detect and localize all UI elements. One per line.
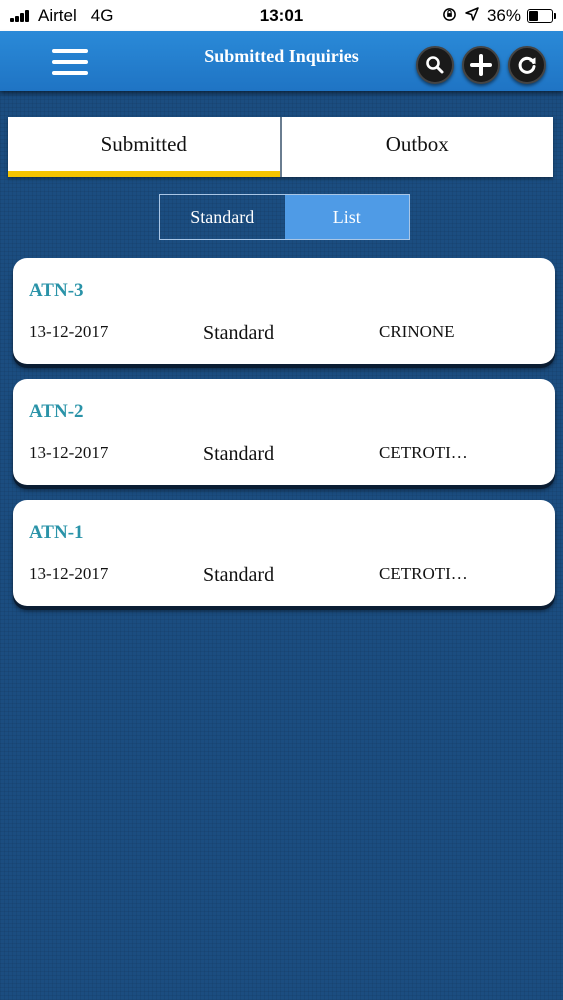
inquiry-card[interactable]: ATN-1 13-12-2017 Standard CETROTI… (13, 500, 555, 606)
inquiry-date: 13-12-2017 (29, 443, 109, 462)
search-button[interactable] (416, 46, 454, 84)
status-bar: Airtel 4G 13:01 36% (0, 0, 563, 31)
add-button[interactable] (462, 46, 500, 84)
inquiry-id: ATN-3 (29, 280, 84, 301)
refresh-icon (518, 56, 536, 74)
view-toggle: Standard List (159, 194, 410, 240)
battery-fill (529, 11, 538, 21)
inquiry-id: ATN-1 (29, 522, 84, 543)
tab-submitted[interactable]: Submitted (8, 117, 280, 177)
view-standard-button[interactable]: Standard (160, 195, 285, 239)
orientation-lock-icon (442, 7, 457, 26)
inquiry-type: Standard (203, 564, 275, 586)
inquiry-product: CETROTI… (379, 443, 468, 462)
tab-outbox[interactable]: Outbox (279, 117, 554, 177)
inquiry-type: Standard (203, 443, 275, 465)
refresh-button[interactable] (508, 46, 546, 84)
tab-bar: Submitted Outbox (8, 117, 553, 177)
battery-percent: 36% (486, 6, 521, 25)
search-icon (426, 56, 444, 74)
app-header: Submitted Inquiries (0, 31, 563, 91)
inquiry-card[interactable]: ATN-2 13-12-2017 Standard CETROTI… (13, 379, 555, 485)
plus-icon (470, 54, 492, 76)
inquiry-product: CETROTI… (379, 564, 468, 583)
inquiry-date: 13-12-2017 (29, 564, 109, 583)
inquiry-product: CRINONE (379, 322, 455, 341)
inquiry-date: 13-12-2017 (29, 322, 109, 341)
location-icon (465, 7, 479, 25)
inquiry-card[interactable]: ATN-3 13-12-2017 Standard CRINONE (13, 258, 555, 364)
view-list-button[interactable]: List (284, 195, 409, 239)
inquiry-type: Standard (203, 322, 275, 344)
status-right: 36% (442, 6, 556, 26)
battery-icon (527, 9, 556, 23)
inquiry-id: ATN-2 (29, 401, 84, 422)
